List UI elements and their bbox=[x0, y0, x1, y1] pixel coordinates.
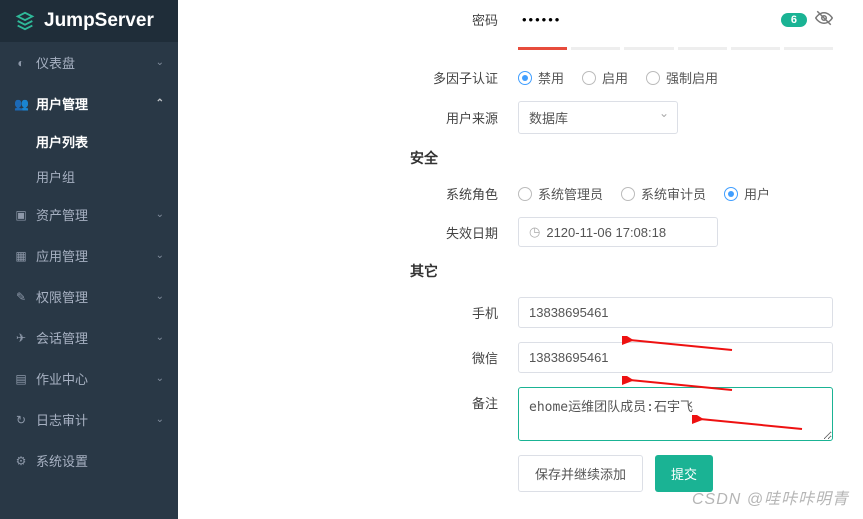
role-label: 系统角色 bbox=[178, 184, 518, 203]
section-other: 其它 bbox=[410, 261, 833, 281]
nav-label: 资产管理 bbox=[36, 205, 88, 224]
expire-date-input[interactable]: ◷ 2120-11-06 17:08:18 bbox=[518, 217, 718, 247]
nav-session-mgmt[interactable]: ✈ 会话管理 ⌄ bbox=[0, 317, 178, 358]
users-icon: 👥 bbox=[14, 97, 28, 111]
save-continue-button[interactable]: 保存并继续添加 bbox=[518, 455, 643, 492]
section-security: 安全 bbox=[410, 148, 833, 168]
wechat-input[interactable] bbox=[518, 342, 833, 373]
submit-button[interactable]: 提交 bbox=[655, 455, 713, 492]
mfa-radio-enable[interactable]: 启用 bbox=[582, 68, 628, 87]
phone-label: 手机 bbox=[178, 303, 518, 322]
nav-perm-mgmt[interactable]: ✎ 权限管理 ⌄ bbox=[0, 276, 178, 317]
chevron-down-icon: ⌄ bbox=[156, 414, 164, 425]
mfa-label: 多因子认证 bbox=[178, 68, 518, 87]
expire-label: 失效日期 bbox=[178, 223, 518, 242]
nav-label: 作业中心 bbox=[36, 369, 88, 388]
plane-icon: ✈ bbox=[14, 331, 28, 345]
remark-textarea[interactable] bbox=[518, 387, 833, 441]
chevron-down-icon: ⌄ bbox=[156, 373, 164, 384]
chevron-down-icon: ⌄ bbox=[156, 57, 164, 68]
nav-label: 日志审计 bbox=[36, 410, 88, 429]
role-radio-auditor[interactable]: 系统审计员 bbox=[621, 184, 706, 203]
nav-audit-log[interactable]: ↻ 日志审计 ⌄ bbox=[0, 399, 178, 440]
chevron-down-icon: ⌄ bbox=[156, 332, 164, 343]
toggle-password-visibility-icon[interactable] bbox=[815, 9, 833, 30]
mfa-radio-disable[interactable]: 禁用 bbox=[518, 68, 564, 87]
edit-icon: ✎ bbox=[14, 290, 28, 304]
phone-input[interactable] bbox=[518, 297, 833, 328]
gear-icon: ⚙ bbox=[14, 454, 28, 468]
refresh-icon: ↻ bbox=[14, 413, 28, 427]
source-select[interactable]: 数据库 bbox=[518, 101, 678, 134]
password-label: 密码 bbox=[178, 10, 518, 29]
subnav-user-group[interactable]: 用户组 bbox=[0, 159, 178, 194]
chevron-down-icon: ⌄ bbox=[156, 291, 164, 302]
gauge-icon: ◐ bbox=[14, 56, 28, 70]
sidebar: JumpServer ◐ 仪表盘 ⌄ 👥 用户管理 ⌃ 用户列表 用户组 ▣ 资… bbox=[0, 0, 178, 519]
nav-job-center[interactable]: ▤ 作业中心 ⌄ bbox=[0, 358, 178, 399]
password-strength-badge: 6 bbox=[781, 13, 807, 27]
nav: ◐ 仪表盘 ⌄ 👥 用户管理 ⌃ 用户列表 用户组 ▣ 资产管理 ⌄ ▦ 应用管… bbox=[0, 42, 178, 519]
chevron-up-icon: ⌃ bbox=[156, 98, 164, 109]
nav-dashboard[interactable]: ◐ 仪表盘 ⌄ bbox=[0, 42, 178, 83]
nav-user-mgmt[interactable]: 👥 用户管理 ⌃ bbox=[0, 83, 178, 124]
remark-label: 备注 bbox=[178, 387, 518, 412]
logo-icon bbox=[14, 10, 36, 32]
subnav-user-list[interactable]: 用户列表 bbox=[0, 124, 178, 159]
nav-asset-mgmt[interactable]: ▣ 资产管理 ⌄ bbox=[0, 194, 178, 235]
nav-label: 用户管理 bbox=[36, 94, 88, 113]
password-input[interactable] bbox=[518, 6, 781, 33]
nav-app-mgmt[interactable]: ▦ 应用管理 ⌄ bbox=[0, 235, 178, 276]
nav-label: 权限管理 bbox=[36, 287, 88, 306]
wechat-label: 微信 bbox=[178, 348, 518, 367]
brand-logo: JumpServer bbox=[0, 0, 178, 42]
role-radio-admin[interactable]: 系统管理员 bbox=[518, 184, 603, 203]
nav-label: 仪表盘 bbox=[36, 53, 75, 72]
nav-label: 会话管理 bbox=[36, 328, 88, 347]
nav-label: 应用管理 bbox=[36, 246, 88, 265]
source-label: 用户来源 bbox=[178, 108, 518, 127]
role-radio-user[interactable]: 用户 bbox=[724, 184, 770, 203]
grid-icon: ▦ bbox=[14, 249, 28, 263]
mfa-radio-force[interactable]: 强制启用 bbox=[646, 68, 718, 87]
chevron-down-icon: ⌄ bbox=[156, 209, 164, 220]
nav-label: 系统设置 bbox=[36, 451, 88, 470]
password-strength-meter bbox=[518, 47, 833, 50]
clock-icon: ◷ bbox=[529, 224, 540, 240]
link-icon: ▣ bbox=[14, 208, 28, 222]
chevron-down-icon: ⌄ bbox=[156, 250, 164, 261]
main-content: 密码 6 多因子认证 禁用 启用 强制启用 bbox=[178, 0, 863, 519]
brand-text: JumpServer bbox=[44, 10, 154, 32]
layers-icon: ▤ bbox=[14, 372, 28, 386]
nav-system-settings[interactable]: ⚙ 系统设置 bbox=[0, 440, 178, 481]
expire-value: 2120-11-06 17:08:18 bbox=[546, 225, 666, 240]
